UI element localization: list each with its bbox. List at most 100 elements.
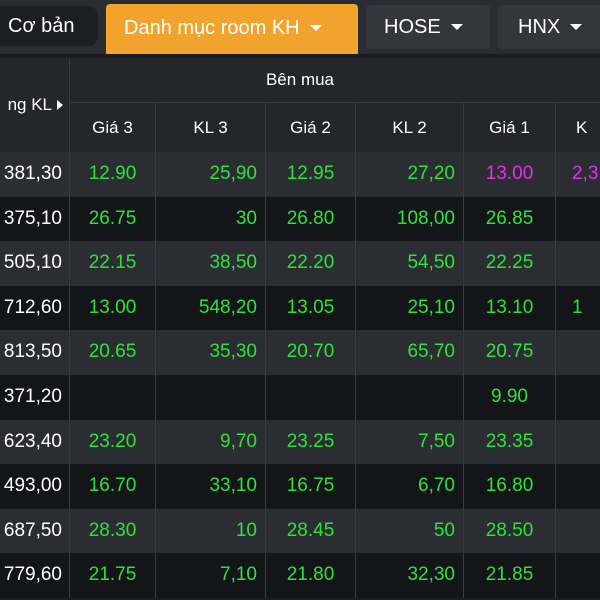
bid-price-3-cell[interactable]: 26.75 (70, 196, 156, 242)
bid-volume-1-cell[interactable] (556, 464, 600, 509)
total-volume-cell[interactable]: 493,00 (0, 464, 70, 509)
bid-price-2-cell[interactable]: 12.95 (266, 152, 356, 197)
bid-volume-2-cell[interactable]: 108,00 (356, 196, 464, 242)
bid-price-3-cell[interactable]: 23.20 (70, 419, 156, 465)
chevron-down-icon (450, 23, 463, 30)
bid-volume-2-cell[interactable]: 25,10 (356, 285, 464, 331)
bid-price-1-cell[interactable]: 23.35 (464, 419, 556, 465)
bid-price-2-cell[interactable]: 20.70 (266, 330, 356, 375)
table-row[interactable]: 371,20 9.90 (0, 374, 600, 420)
total-volume-cell[interactable]: 375,10 (0, 196, 70, 242)
bid-price-3-cell[interactable]: 28.30 (70, 508, 156, 554)
bid-volume-1-cell[interactable] (556, 509, 600, 554)
bid-price-3-cell[interactable]: 22.15 (70, 241, 156, 286)
column-header-price-2[interactable]: Giá 2 (266, 103, 356, 152)
bid-price-1-cell[interactable]: 13.00 (464, 152, 556, 197)
table-row[interactable]: 623,40 23.20 9,70 23.25 7,50 23.35 (0, 419, 600, 465)
bid-price-1-cell[interactable]: 26.85 (464, 196, 556, 242)
bid-volume-1-cell[interactable] (556, 241, 600, 286)
table-row[interactable]: 493,00 16.70 33,10 16.75 6,70 16.80 (0, 464, 600, 509)
bid-volume-2-cell[interactable]: 7,50 (356, 419, 464, 465)
bid-volume-1-cell[interactable] (556, 553, 600, 598)
bid-volume-2-cell[interactable]: 6,70 (356, 464, 464, 509)
bid-price-1-cell[interactable]: 21.85 (464, 553, 556, 598)
tab-basic-label: Cơ bản (8, 15, 75, 37)
bid-volume-2-cell[interactable]: 54,50 (356, 241, 464, 286)
total-volume-cell[interactable]: 381,30 (0, 152, 70, 197)
bid-price-3-cell[interactable]: 12.90 (70, 152, 156, 197)
bid-volume-3-cell[interactable]: 38,50 (156, 241, 266, 286)
bid-price-2-cell[interactable] (266, 374, 356, 420)
bid-price-1-cell[interactable]: 13.10 (464, 285, 556, 331)
bid-price-3-cell[interactable]: 13.00 (70, 285, 156, 331)
bid-volume-2-cell[interactable]: 50 (356, 508, 464, 554)
total-volume-cell[interactable]: 623,40 (0, 419, 70, 465)
bid-price-1-cell[interactable]: 28.50 (464, 508, 556, 554)
chevron-down-icon (570, 23, 583, 30)
total-volume-cell[interactable]: 505,10 (0, 241, 70, 286)
tab-basic[interactable]: Cơ bản (0, 6, 98, 46)
bid-volume-1-cell[interactable]: 2,3 (556, 152, 600, 197)
tab-hose[interactable]: HOSE (366, 5, 490, 49)
column-header-volume-2[interactable]: KL 2 (356, 103, 464, 152)
table-row[interactable]: 813,50 20.65 35,30 20.70 65,70 20.75 (0, 330, 600, 375)
bid-volume-3-cell[interactable]: 548,20 (156, 285, 266, 331)
table-row[interactable]: 505,10 22.15 38,50 22.20 54,50 22.25 (0, 241, 600, 286)
total-volume-cell[interactable]: 779,60 (0, 553, 70, 598)
bid-volume-2-cell[interactable] (356, 374, 464, 420)
bid-price-2-cell[interactable]: 22.20 (266, 241, 356, 286)
bid-volume-3-cell[interactable]: 7,10 (156, 553, 266, 598)
bid-price-3-cell[interactable] (70, 374, 156, 420)
bid-price-2-cell[interactable]: 21.80 (266, 553, 356, 598)
expand-right-icon[interactable] (57, 99, 63, 110)
tab-hnx[interactable]: HNX (498, 5, 600, 49)
bid-price-1-cell[interactable]: 9.90 (464, 374, 556, 420)
table-row[interactable]: 381,30 12.90 25,90 12.95 27,20 13.00 2,3 (0, 152, 600, 197)
table-row[interactable]: 712,60 13.00 548,20 13.05 25,10 13.10 1 (0, 285, 600, 331)
bid-volume-3-cell[interactable]: 30 (156, 196, 266, 242)
bid-volume-1-cell[interactable] (556, 197, 600, 242)
bid-volume-1-cell[interactable] (556, 420, 600, 465)
bid-volume-3-cell[interactable] (156, 374, 266, 420)
market-tab-bar: Cơ bản Danh mục room KH HOSE HNX (0, 0, 600, 54)
column-header-volume-1[interactable]: K (556, 103, 600, 152)
bid-volume-3-cell[interactable]: 10 (156, 508, 266, 554)
tab-room-label: Danh mục room KH (124, 17, 300, 39)
bid-volume-2-cell[interactable]: 32,30 (356, 553, 464, 598)
table-row[interactable]: 687,50 28.30 10 28.45 50 28.50 (0, 508, 600, 554)
bid-volume-1-cell[interactable]: 1 (556, 286, 600, 331)
tab-hnx-label: HNX (518, 16, 561, 38)
bid-price-3-cell[interactable]: 21.75 (70, 553, 156, 598)
column-header-price-1[interactable]: Giá 1 (464, 103, 556, 152)
total-volume-header[interactable]: ng KL (0, 58, 70, 152)
tab-foreign-room-watchlist[interactable]: Danh mục room KH (106, 4, 358, 54)
total-volume-cell[interactable]: 712,60 (0, 285, 70, 331)
bid-volume-3-cell[interactable]: 35,30 (156, 330, 266, 375)
column-header-volume-3[interactable]: KL 3 (156, 103, 266, 152)
bid-price-1-cell[interactable]: 22.25 (464, 241, 556, 286)
bid-price-2-cell[interactable]: 26.80 (266, 196, 356, 242)
total-volume-cell[interactable]: 687,50 (0, 508, 70, 554)
bid-volume-3-cell[interactable]: 9,70 (156, 419, 266, 465)
total-volume-cell[interactable]: 371,20 (0, 374, 70, 420)
bid-volume-3-cell[interactable]: 33,10 (156, 464, 266, 509)
bid-price-2-cell[interactable]: 13.05 (266, 285, 356, 331)
table-row[interactable]: 779,60 21.75 7,10 21.80 32,30 21.85 (0, 553, 600, 598)
bid-volume-3-cell[interactable]: 25,90 (156, 152, 266, 197)
bid-group-header: Bên mua (70, 58, 600, 103)
bid-price-1-cell[interactable]: 20.75 (464, 330, 556, 375)
bid-volume-2-cell[interactable]: 27,20 (356, 152, 464, 197)
bid-price-1-cell[interactable]: 16.80 (464, 464, 556, 509)
bid-price-3-cell[interactable]: 16.70 (70, 464, 156, 509)
bid-volume-1-cell[interactable] (556, 375, 600, 420)
table-row[interactable]: 375,10 26.75 30 26.80 108,00 26.85 (0, 196, 600, 242)
bid-price-3-cell[interactable]: 20.65 (70, 330, 156, 375)
bid-volume-2-cell[interactable]: 65,70 (356, 330, 464, 375)
total-volume-cell[interactable]: 813,50 (0, 330, 70, 375)
price-board: Cơ bản Danh mục room KH HOSE HNX ng KL B… (0, 0, 600, 600)
bid-price-2-cell[interactable]: 23.25 (266, 419, 356, 465)
bid-price-2-cell[interactable]: 16.75 (266, 464, 356, 509)
bid-price-2-cell[interactable]: 28.45 (266, 508, 356, 554)
column-header-price-3[interactable]: Giá 3 (70, 103, 156, 152)
bid-volume-1-cell[interactable] (556, 330, 600, 375)
